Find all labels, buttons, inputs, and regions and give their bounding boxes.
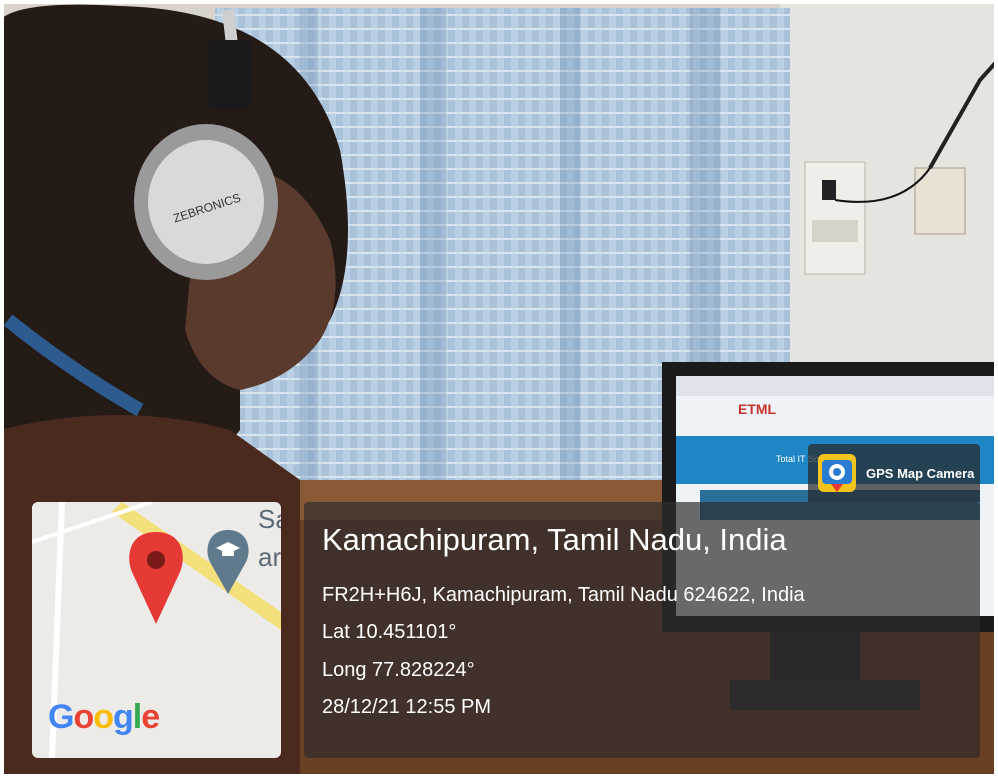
latitude-line: Lat 10.451101°: [322, 621, 457, 643]
google-logo: Google: [48, 698, 160, 736]
gps-camera-icon: [818, 454, 856, 492]
location-info-panel: Kamachipuram, Tamil Nadu, India FR2H+H6J…: [304, 502, 980, 758]
gps-map-camera-badge: GPS Map Camera: [808, 444, 980, 502]
switch-board: [804, 161, 866, 275]
timestamp-line: 28/12/21 12:55 PM: [322, 696, 492, 718]
screen-logo: ETML: [738, 401, 777, 417]
place-title: Kamachipuram, Tamil Nadu, India: [322, 522, 787, 557]
address-line: FR2H+H6J, Kamachipuram, Tamil Nadu 62462…: [322, 584, 805, 606]
photo: ETML Total IT Sol ZEBRONICS GPS Map Came…: [0, 0, 998, 778]
graduation-cap-icon: [207, 530, 249, 594]
app-name-label: GPS Map Camera: [866, 465, 975, 481]
map-place-fragment-2: ar: [258, 542, 281, 572]
map-place-fragment-1: Sa: [258, 504, 281, 534]
longitude-line: Long 77.828224°: [322, 659, 475, 681]
map-thumbnail: Sa ar Google: [32, 502, 281, 758]
map-pin-icon: [129, 532, 183, 624]
